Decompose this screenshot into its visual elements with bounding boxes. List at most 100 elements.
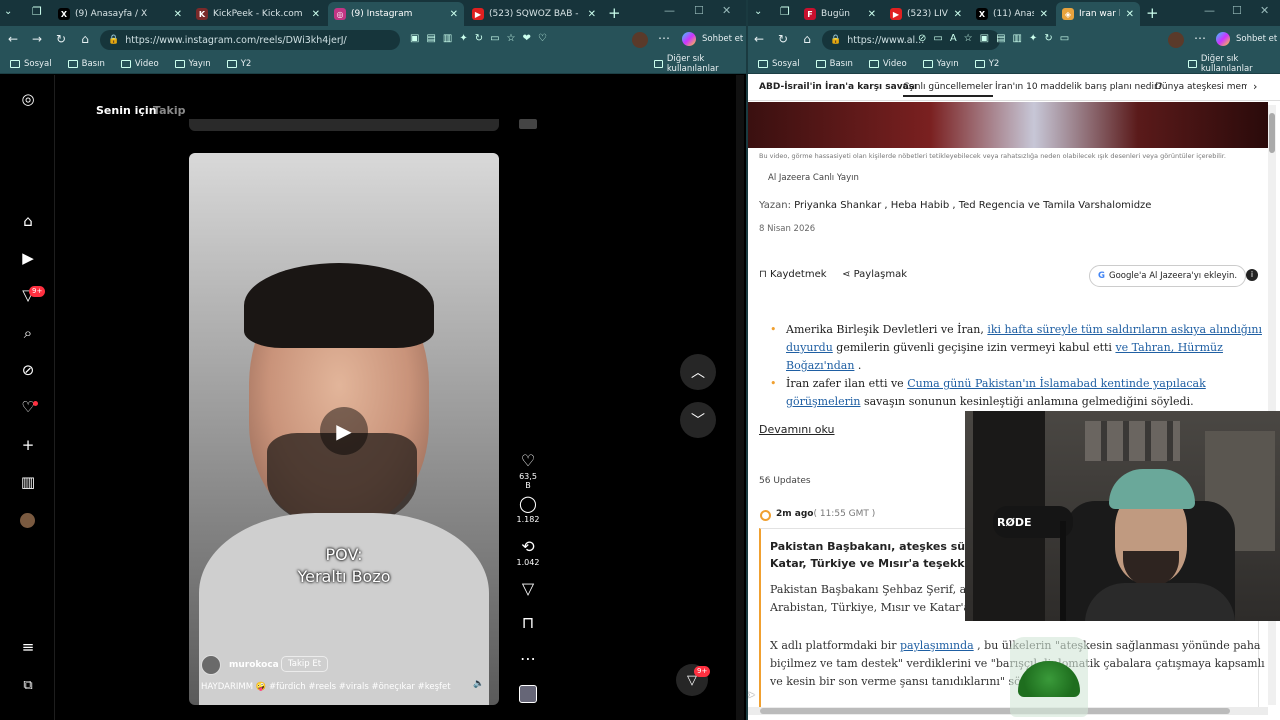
feed-tab-following[interactable]: Takip <box>153 104 185 117</box>
bookmark-folder[interactable]: Sosyal <box>10 59 52 69</box>
avatar[interactable] <box>632 32 648 48</box>
info-icon[interactable]: i <box>1246 269 1258 281</box>
play-button[interactable]: ▶ <box>320 407 368 455</box>
minimize-icon[interactable]: — <box>1204 4 1215 17</box>
byline-authors[interactable]: Priyanka Shankar , Heba Habib , Ted Rege… <box>794 200 1151 211</box>
bookmark-folder[interactable]: Basın <box>815 59 853 69</box>
dashboard-icon[interactable]: ▥ <box>18 472 38 492</box>
also-from-meta-icon[interactable]: ⧉ <box>18 675 38 695</box>
creator-username[interactable]: murokoca <box>229 660 279 670</box>
create-icon[interactable]: + <box>18 435 38 455</box>
bookmark-folder[interactable]: Yayın <box>922 59 959 69</box>
right-tab-1[interactable]: F Bugün ✕ <box>798 2 882 26</box>
more-options-button[interactable]: ⋯ <box>516 649 540 668</box>
close-tab-icon[interactable]: ✕ <box>868 9 876 20</box>
left-tab-1[interactable]: X (9) Anasayfa / X ✕ <box>52 2 188 26</box>
extension-icons[interactable]: ▣▤▥✦↻▭☆❤♡ <box>410 33 554 44</box>
minimize-icon[interactable]: — <box>664 4 675 17</box>
bookmark-folder[interactable]: Y2 <box>974 59 999 69</box>
more-icon[interactable]: ⋯ <box>658 31 670 45</box>
scrollbar-thumb[interactable] <box>760 708 1230 714</box>
maximize-icon[interactable]: ☐ <box>1232 4 1242 17</box>
google-preferred-source-button[interactable]: G Google'a Al Jazeera'yı ekleyin. <box>1089 265 1247 287</box>
bookmark-folder[interactable]: Video <box>868 59 907 69</box>
right-tab-3[interactable]: X (11) Anasayfa ✕ <box>970 2 1054 26</box>
url-field[interactable]: 🔒 https://www.instagram.com/reels/DWi3kh… <box>100 30 400 50</box>
next-reel-button[interactable]: ﹀ <box>680 402 716 438</box>
close-window-icon[interactable]: ✕ <box>1260 4 1269 17</box>
extension-icons[interactable]: ⊘▭A☆▣▤▥✦↻▭ <box>918 33 1076 44</box>
comment-button[interactable]: ◯ 1.182 <box>516 494 540 524</box>
close-tab-icon[interactable]: ✕ <box>1040 9 1048 20</box>
home-icon[interactable]: ⌂ <box>18 211 38 231</box>
save-article-button[interactable]: ⊓ Kaydetmek <box>759 269 827 280</box>
right-tab-4[interactable]: ◈ Iran war live: ✕ <box>1056 2 1140 26</box>
close-tab-icon[interactable]: ✕ <box>954 9 962 20</box>
bookmark-folder[interactable]: Y2 <box>226 59 251 69</box>
subnav-topic[interactable]: ABD-İsrail'in İran'a karşı savaşı <box>759 82 917 92</box>
close-tab-icon[interactable]: ✕ <box>1126 9 1134 20</box>
copilot-icon[interactable] <box>1216 32 1230 46</box>
video-player[interactable] <box>748 102 1268 148</box>
share-button[interactable]: ▽ <box>516 579 540 598</box>
bookmark-folder[interactable]: Basın <box>67 59 105 69</box>
reels-icon[interactable]: ▶ <box>18 248 38 268</box>
bookmark-folder[interactable]: Sosyal <box>758 59 800 69</box>
other-bookmarks[interactable]: Diğer sık kullanılanlar <box>654 54 746 74</box>
close-tab-icon[interactable]: ✕ <box>588 9 596 20</box>
share-article-button[interactable]: ⋖ Paylaşmak <box>842 269 907 280</box>
back-icon[interactable]: ← <box>750 32 768 46</box>
reload-icon[interactable]: ↻ <box>774 32 792 46</box>
page-scrollbar[interactable] <box>736 75 744 720</box>
tab-actions-icon[interactable]: ⌄ <box>4 6 12 17</box>
bookmark-folder[interactable]: Video <box>120 59 159 69</box>
read-more-link[interactable]: Devamını oku <box>759 423 835 436</box>
workspaces-icon[interactable]: ❐ <box>32 5 42 18</box>
feed-tab-for-you[interactable]: Senin için <box>96 104 157 117</box>
other-bookmarks[interactable]: Diğer sık kullanılanlar <box>1188 54 1280 74</box>
back-icon[interactable]: ← <box>4 32 22 46</box>
more-icon[interactable]: ⋯ <box>1194 31 1206 45</box>
profile-avatar[interactable] <box>20 513 35 528</box>
notifications-heart-icon[interactable]: ♡ <box>18 397 38 417</box>
menu-icon[interactable]: ≡ <box>18 637 38 657</box>
chat-button[interactable]: Sohbet et <box>1236 34 1277 44</box>
follow-button[interactable]: Takip Et <box>281 656 329 672</box>
left-tab-3[interactable]: ◎ (9) Instagram ✕ <box>328 2 464 26</box>
left-tab-4[interactable]: ▶ (523) SQWOZ BAB - ПЫХ ПЬ ✕ <box>466 2 602 26</box>
repost-button[interactable]: ⟲ 1.042 <box>516 537 540 567</box>
subnav-peace-plan[interactable]: İran'ın 10 maddelik barış planı nedir? <box>995 82 1162 92</box>
like-button[interactable]: ♡ 63,5 B <box>516 451 540 490</box>
instagram-logo-icon[interactable]: ◎ <box>18 89 38 109</box>
close-tab-icon[interactable]: ✕ <box>174 9 182 20</box>
close-tab-icon[interactable]: ✕ <box>312 9 320 20</box>
search-icon[interactable]: ⌕ <box>18 323 38 343</box>
scrollbar-thumb[interactable] <box>1269 113 1275 153</box>
audio-thumbnail[interactable] <box>519 685 537 703</box>
close-window-icon[interactable]: ✕ <box>722 4 731 17</box>
avatar[interactable] <box>1168 32 1184 48</box>
maximize-icon[interactable]: ☐ <box>694 4 704 17</box>
bookmark-folder[interactable]: Yayın <box>174 59 211 69</box>
para2-link[interactable]: paylaşımında <box>900 639 974 652</box>
copilot-icon[interactable] <box>682 32 696 46</box>
horizontal-scrollbar[interactable] <box>748 707 1268 715</box>
reel-video[interactable]: ▶ POV: Yeraltı Bozo murokoca Takip Et HA… <box>189 153 499 705</box>
save-button[interactable]: ⊓ <box>516 613 540 632</box>
explore-icon[interactable]: ⊘ <box>18 360 38 380</box>
chat-button[interactable]: Sohbet et <box>702 34 743 44</box>
creator-avatar[interactable] <box>201 655 221 675</box>
home-icon[interactable]: ⌂ <box>76 32 94 46</box>
home-icon[interactable]: ⌂ <box>798 32 816 46</box>
forward-icon[interactable]: → <box>28 32 46 46</box>
previous-reel-button[interactable]: ︿ <box>680 354 716 390</box>
new-tab-icon[interactable]: + <box>1146 4 1159 22</box>
left-tab-2[interactable]: K KickPeek - Kick.com için Ger ✕ <box>190 2 326 26</box>
chevron-right-icon[interactable]: › <box>1253 80 1257 93</box>
subnav-world[interactable]: Dünya ateşkesi memn <box>1155 82 1247 92</box>
workspaces-icon[interactable]: ❐ <box>780 5 790 18</box>
right-tab-2[interactable]: ▶ (523) LIVE: Ve ✕ <box>884 2 968 26</box>
subnav-live-updates[interactable]: Canlı güncellemeler <box>903 82 993 97</box>
tab-actions-icon[interactable]: ⌄ <box>754 6 762 17</box>
reload-icon[interactable]: ↻ <box>52 32 70 46</box>
